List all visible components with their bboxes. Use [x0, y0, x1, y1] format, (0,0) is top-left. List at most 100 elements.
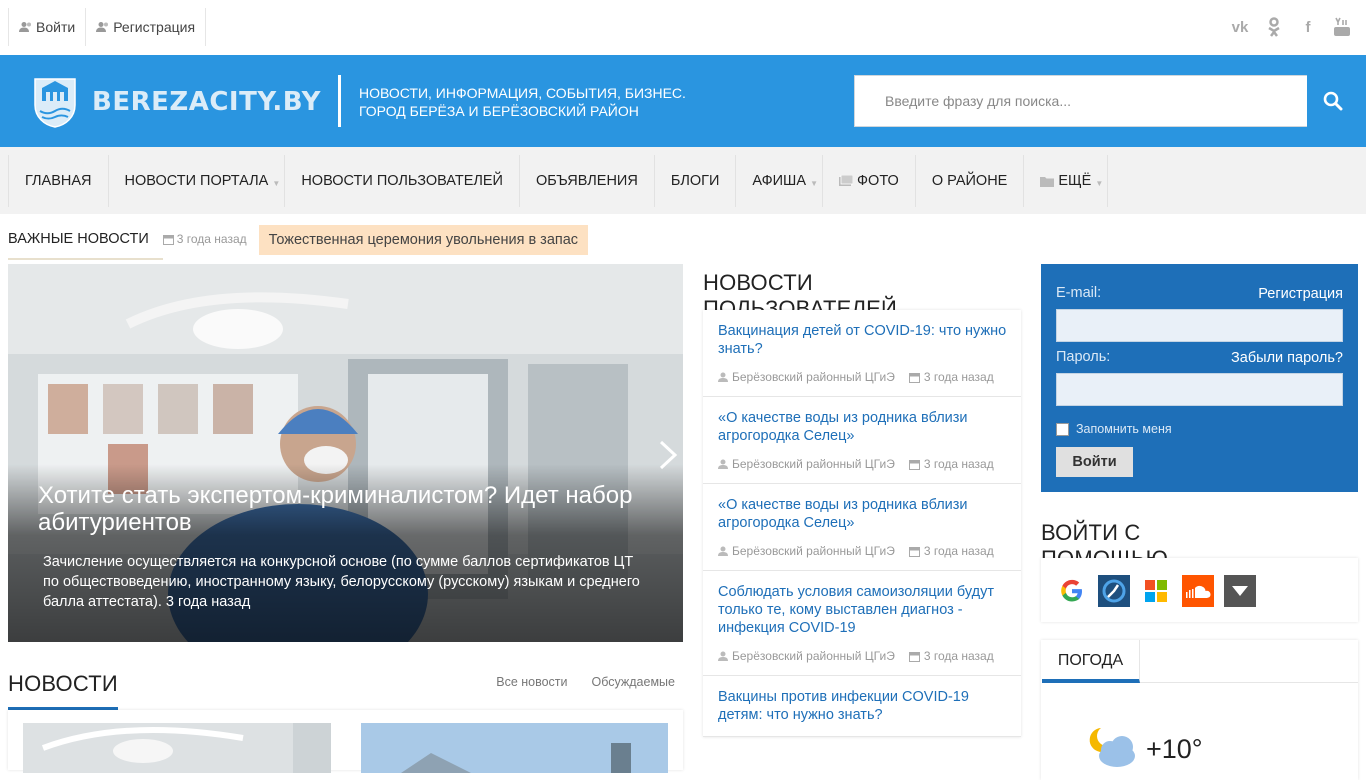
youtube-icon[interactable] — [1332, 14, 1352, 40]
user-news-date: 3 года назад — [923, 649, 994, 663]
user-news-author: Берёзовский районный ЦГиЭ — [732, 457, 895, 471]
news-grid — [8, 710, 683, 773]
search-input[interactable] — [855, 76, 1308, 126]
nav-item-user-news[interactable]: НОВОСТИ ПОЛЬЗОВАТЕЛЕЙ — [285, 155, 520, 207]
discussed-news-link[interactable]: Обсуждаемые — [592, 675, 675, 689]
site-header: BEREZACITY.BY НОВОСТИ, ИНФОРМАЦИЯ, СОБЫТ… — [0, 55, 1366, 147]
forgot-password-link[interactable]: Забыли пароль? — [1231, 350, 1343, 366]
weather-temperature: +10° — [1146, 734, 1203, 764]
email-label: E-mail: — [1056, 285, 1102, 301]
list-item: «О качестве воды из родника вблизи агрог… — [703, 484, 1021, 571]
calendar-icon — [908, 459, 920, 470]
chevron-right-icon[interactable] — [658, 440, 678, 477]
register-link[interactable]: Регистрация — [85, 8, 205, 46]
search-box — [854, 75, 1358, 127]
nav-item-label: ЕЩЁ — [1058, 173, 1092, 189]
user-icon — [718, 459, 728, 469]
breaking-news-date: 3 года назад — [162, 226, 247, 260]
user-icon — [718, 546, 728, 556]
divider — [1140, 682, 1358, 683]
breaking-news-date-text: 3 года назад — [176, 232, 247, 246]
breaking-news-title[interactable]: Тожественная церемония увольнения в запа… — [258, 225, 589, 255]
list-item: Вакцины против инфекции COVID-19 детям: … — [703, 676, 1021, 737]
oauth-providers — [1041, 558, 1358, 622]
nav-item-label: ГЛАВНАЯ — [25, 173, 92, 189]
tagline-line-2: ГОРОД БЕРЁЗА И БЕРЁЗОВСКИЙ РАЙОН — [359, 103, 639, 119]
slide-title[interactable]: Хотите стать экспертом-криминалистом? Ид… — [38, 482, 658, 536]
news-thumbnail[interactable] — [23, 723, 331, 773]
user-news-link[interactable]: «О качестве воды из родника вблизи агрог… — [718, 497, 968, 531]
google-icon[interactable] — [1056, 575, 1088, 607]
user-news-date: 3 года назад — [923, 370, 994, 384]
news-thumbnail[interactable] — [361, 723, 668, 773]
more-icon[interactable] — [1224, 575, 1256, 607]
login-link[interactable]: Войти — [9, 8, 85, 46]
nav-item-more[interactable]: ЕЩЁ ▼ — [1024, 155, 1109, 207]
vk-icon[interactable]: vk — [1230, 14, 1250, 40]
nav-item-photo[interactable]: ФОТО — [823, 155, 916, 207]
tab-weather[interactable]: ПОГОДА — [1042, 640, 1140, 683]
nav-item-home[interactable]: ГЛАВНАЯ — [8, 155, 109, 207]
chevron-down-icon: ▼ — [810, 179, 819, 188]
login-submit-button[interactable]: Войти — [1056, 447, 1133, 477]
calendar-icon — [162, 234, 174, 245]
nav-item-label: АФИША — [752, 173, 807, 189]
register-link[interactable]: Регистрация — [1258, 286, 1343, 302]
email-field[interactable] — [1056, 309, 1343, 342]
social-links: vk f — [1230, 14, 1352, 40]
nav-item-label: ОБЪЯВЛЕНИЯ — [535, 173, 638, 189]
user-news-author: Берёзовский районный ЦГиЭ — [732, 370, 895, 384]
list-item: Соблюдать условия самоизоляции будут тол… — [703, 571, 1021, 676]
calendar-icon — [908, 546, 920, 557]
nav-item-ads[interactable]: ОБЪЯВЛЕНИЯ — [520, 155, 655, 207]
odnoklassniki-icon[interactable] — [1264, 14, 1284, 40]
password-field[interactable] — [1056, 373, 1343, 406]
user-news-author: Берёзовский районный ЦГиЭ — [732, 649, 895, 663]
tagline-line-1: НОВОСТИ, ИНФОРМАЦИЯ, СОБЫТИЯ, БИЗНЕС. — [359, 85, 686, 101]
password-label: Пароль: — [1056, 349, 1111, 365]
nav-item-about-district[interactable]: О РАЙОНЕ — [916, 155, 1025, 207]
weather-widget: ПОГОДА +10° — [1041, 640, 1358, 780]
nav-item-label: ФОТО — [857, 173, 899, 189]
chevron-down-icon: ▼ — [272, 179, 281, 188]
microsoft-icon[interactable] — [1140, 575, 1172, 607]
top-bar: Войти Регистрация vk f — [0, 0, 1366, 55]
calendar-icon — [908, 651, 920, 662]
nav-item-label: БЛОГИ — [670, 173, 720, 189]
breaking-news-label: ВАЖНЫЕ НОВОСТИ — [8, 226, 163, 260]
slide-description: Зачисление осуществляется на конкурсной … — [43, 554, 640, 610]
main-nav: ГЛАВНАЯ НОВОСТИ ПОРТАЛА ▼ НОВОСТИ ПОЛЬЗОВ… — [0, 147, 1366, 214]
nav-item-portal-news[interactable]: НОВОСТИ ПОРТАЛА ▼ — [109, 155, 286, 207]
remember-label: Запомнить меня — [1076, 422, 1172, 436]
coat-of-arms-icon — [34, 78, 76, 128]
search-icon — [1323, 91, 1342, 111]
user-news-link[interactable]: Соблюдать условия самоизоляции будут тол… — [718, 584, 994, 636]
photo-icon — [839, 175, 854, 186]
chevron-down-icon: ▼ — [1095, 179, 1104, 188]
user-news-link[interactable]: Вакцинация детей от COVID-19: что нужно … — [718, 323, 1006, 357]
search-button[interactable] — [1307, 75, 1358, 127]
register-link-label: Регистрация — [113, 19, 196, 35]
remember-me: Запомнить меня — [1056, 422, 1172, 436]
nav-item-blogs[interactable]: БЛОГИ — [655, 155, 737, 207]
user-news-date: 3 года назад — [923, 544, 994, 558]
user-news-author: Берёзовский районный ЦГиЭ — [732, 544, 895, 558]
all-news-link[interactable]: Все новости — [496, 675, 567, 689]
openid-icon[interactable] — [1098, 575, 1130, 607]
remember-checkbox[interactable] — [1056, 422, 1069, 436]
user-icon — [718, 372, 728, 382]
nav-item-label: О РАЙОНЕ — [931, 173, 1008, 189]
auth-links: Войти Регистрация — [8, 8, 207, 46]
header-divider — [338, 75, 341, 127]
users-icon — [19, 22, 31, 32]
soundcloud-icon[interactable] — [1182, 575, 1214, 607]
user-news-link[interactable]: «О качестве воды из родника вблизи агрог… — [718, 410, 968, 444]
user-news-date: 3 года назад — [923, 457, 994, 471]
nav-item-afisha[interactable]: АФИША ▼ — [736, 155, 824, 207]
nav-item-label: НОВОСТИ ПОЛЬЗОВАТЕЛЕЙ — [301, 173, 503, 189]
facebook-icon[interactable]: f — [1298, 14, 1318, 40]
header-tagline: НОВОСТИ, ИНФОРМАЦИЯ, СОБЫТИЯ, БИЗНЕС. ГО… — [359, 84, 686, 120]
user-news-link[interactable]: Вакцины против инфекции COVID-19 детям: … — [718, 689, 969, 723]
site-logo[interactable]: BEREZACITY.BY — [32, 75, 321, 129]
featured-slider[interactable]: Хотите стать экспертом-криминалистом? Ид… — [8, 264, 683, 642]
